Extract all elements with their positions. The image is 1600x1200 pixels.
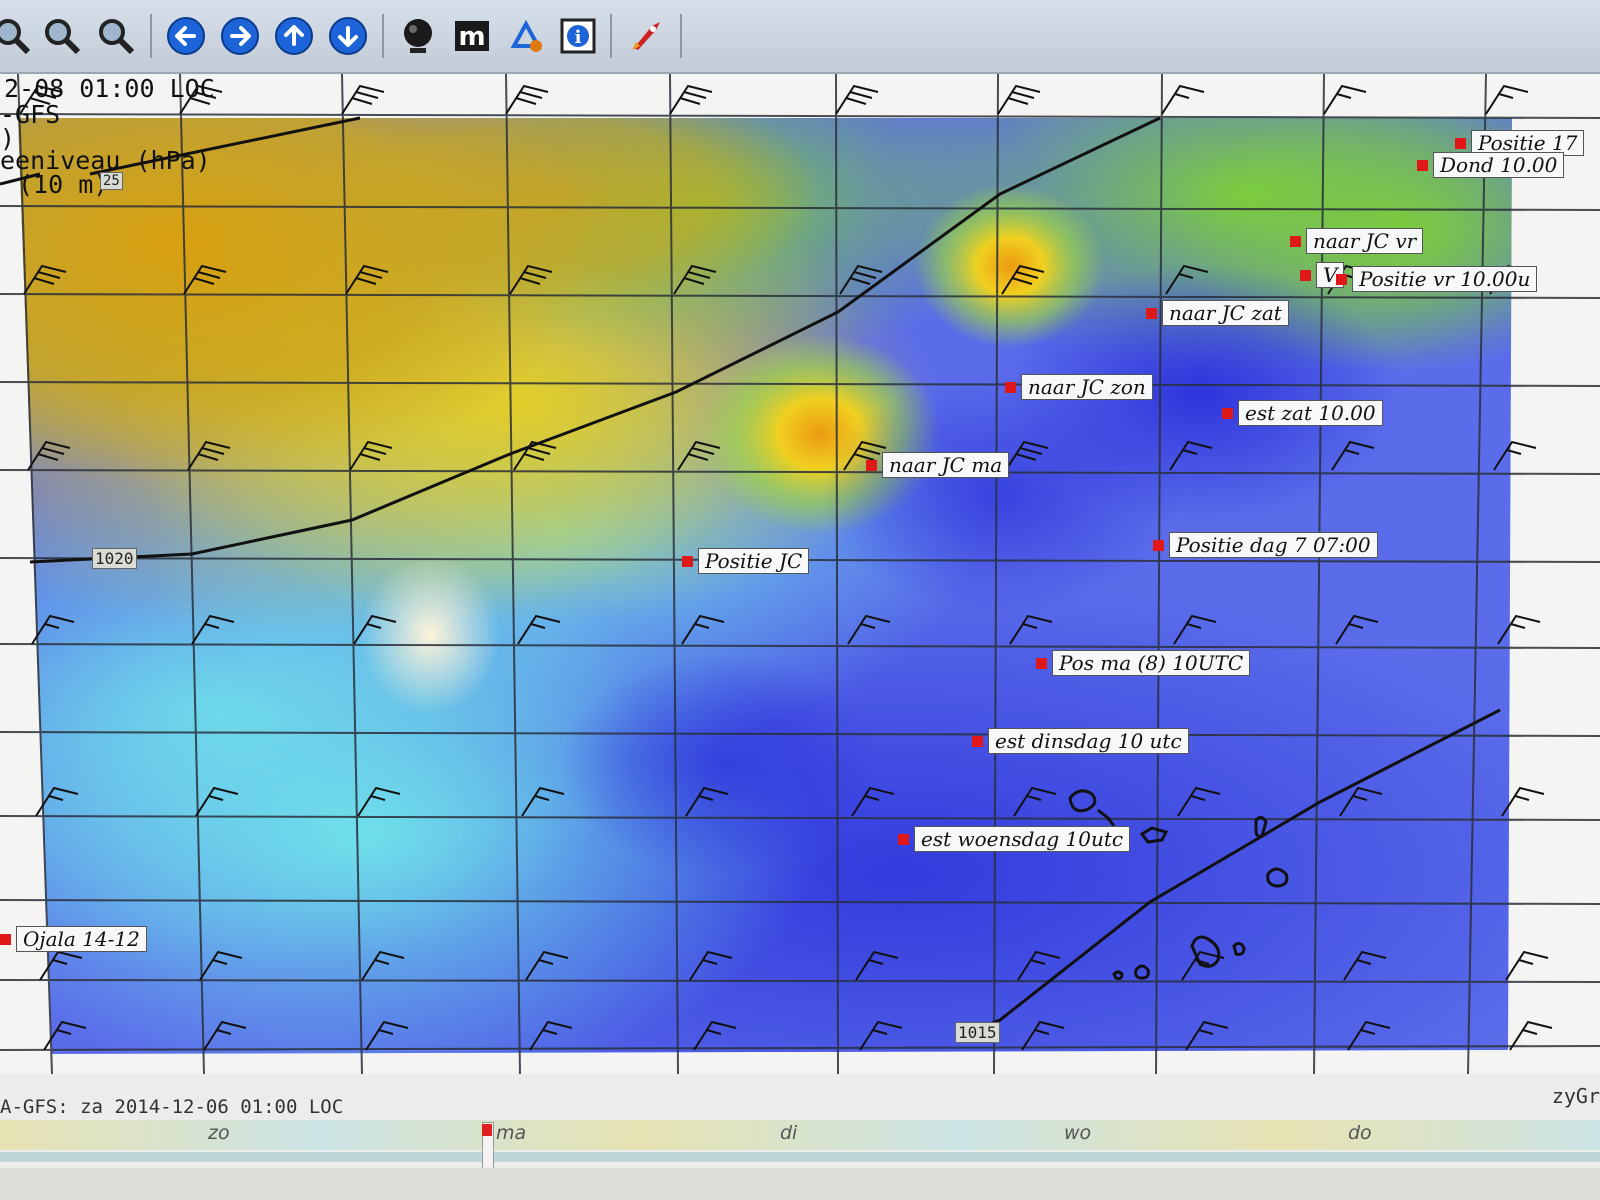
wind-barb [669, 84, 713, 115]
status-line: A-GFS: za 2014-12-06 01:00 LOC [0, 1096, 344, 1118]
pan-up-button[interactable] [272, 14, 316, 58]
pan-left-button[interactable] [164, 14, 208, 58]
waypoint[interactable]: Pos ma (8) 10UTC [1036, 650, 1251, 676]
waypoint-marker [1005, 381, 1016, 393]
waypoint[interactable]: naar JC ma [866, 452, 1010, 478]
isobar-label-1015: 1015 [955, 1022, 1000, 1043]
m-icon: m [455, 21, 489, 52]
timeline-day: zo [208, 1122, 230, 1144]
waypoint-label: est dinsdag 10 utc [988, 728, 1189, 754]
wind-barb [997, 84, 1041, 115]
isobar-label-small: 25 [100, 172, 123, 190]
timeline-track[interactable] [0, 1152, 1600, 1162]
magnifier-icon [99, 19, 135, 55]
waypoint-label: Positie dag 7 07:00 [1169, 532, 1378, 558]
pan-down-button[interactable] [326, 14, 370, 58]
waypoint-label: Positie vr 10.00u [1352, 266, 1538, 292]
waypoint-marker [682, 555, 693, 567]
waypoint[interactable]: Ojala 14-12 [0, 926, 147, 952]
waypoint-marker [1153, 539, 1164, 551]
waypoint-label: naar JC vr [1306, 228, 1424, 254]
route-button[interactable] [504, 14, 548, 58]
waypoint-label: naar JC zat [1162, 300, 1289, 326]
info-icon-glyph: i [575, 27, 582, 48]
waypoint-label: Pos ma (8) 10UTC [1052, 650, 1251, 676]
brand-label: zyGr [1551, 1084, 1600, 1108]
wind-barb [835, 84, 879, 115]
timeline[interactable]: zo ma di wo do [0, 1120, 1600, 1150]
wind-barb [1323, 84, 1367, 115]
rocket-button[interactable] [624, 14, 668, 58]
magnifier-icon [45, 19, 81, 55]
waypoint[interactable]: Positie vr 10.00u [1336, 266, 1538, 292]
zoom-1-1-button[interactable] [94, 14, 138, 58]
weather-map-canvas [0, 74, 1600, 1074]
waypoint-label: est woensdag 10utc [914, 826, 1131, 852]
waypoint[interactable]: naar JC zon [1005, 374, 1153, 400]
waypoint-label: est zat 10.00 [1238, 400, 1383, 426]
measure-button[interactable]: m [450, 14, 494, 58]
arrow-up-icon [275, 17, 313, 55]
timeline-day: di [780, 1122, 798, 1144]
waypoint-marker [1300, 269, 1311, 281]
timeline-day: ma [496, 1122, 527, 1144]
wind-layer-label: (10 m) [18, 170, 109, 199]
waypoint-marker [1290, 235, 1301, 247]
wind-barb [1161, 84, 1205, 115]
waypoint-label: naar JC zon [1021, 374, 1153, 400]
rocket-icon [632, 22, 660, 50]
zoom-out-button[interactable] [40, 14, 84, 58]
toolbar: m i [0, 0, 1600, 74]
waypoint-label: Ojala 14-12 [16, 926, 147, 952]
isobar-label-1020: 1020 [92, 548, 137, 569]
m-icon-glyph: m [458, 22, 485, 52]
zoom-in-button[interactable] [0, 14, 34, 58]
bottom-bar [0, 1168, 1600, 1200]
globe-icon [404, 19, 432, 53]
waypoint-label: Dond 10.00 [1433, 152, 1565, 178]
toolbar-separator [680, 14, 682, 58]
waypoint-marker [972, 735, 983, 747]
toolbar-separator [382, 14, 384, 58]
arrow-down-icon [329, 17, 367, 55]
waypoint-label: Positie JC [698, 548, 810, 574]
waypoint-marker [1036, 657, 1047, 669]
toolbar-separator [150, 14, 152, 58]
waypoint[interactable]: naar JC zat [1146, 300, 1289, 326]
waypoint[interactable]: est zat 10.00 [1222, 400, 1383, 426]
globe-button[interactable] [396, 14, 440, 58]
wind-barb [341, 84, 385, 115]
waypoint[interactable]: Positie JC [682, 548, 810, 574]
magnifier-icon [0, 19, 31, 55]
arrow-left-icon [167, 17, 205, 55]
forecast-datetime: 2-08 01:00 LOC [4, 74, 215, 103]
timeline-day: wo [1064, 1122, 1092, 1144]
wind-barb [1505, 950, 1549, 981]
route-icon [510, 19, 542, 52]
waypoint-marker [1146, 307, 1157, 319]
waypoint-marker [1455, 137, 1466, 149]
pan-right-button[interactable] [218, 14, 262, 58]
waypoint-marker [866, 459, 877, 471]
waypoint[interactable]: Dond 10.00 [1417, 152, 1565, 178]
waypoint-label: naar JC ma [882, 452, 1010, 478]
waypoint-marker [1336, 273, 1347, 285]
arrow-right-icon [221, 17, 259, 55]
toolbar-separator [610, 14, 612, 58]
info-icon: i [560, 18, 596, 54]
info-button[interactable]: i [556, 14, 600, 58]
waypoint-marker [0, 933, 11, 945]
timeline-day: do [1348, 1122, 1372, 1144]
wind-barb [505, 84, 549, 115]
waypoint[interactable]: Positie dag 7 07:00 [1153, 532, 1378, 558]
waypoint[interactable]: est woensdag 10utc [898, 826, 1131, 852]
waypoint[interactable]: est dinsdag 10 utc [972, 728, 1189, 754]
waypoint-marker [1417, 159, 1428, 171]
waypoint-marker [898, 833, 909, 845]
waypoint-marker [1222, 407, 1233, 419]
wind-barb [1485, 84, 1529, 115]
timeline-current-marker [482, 1124, 492, 1136]
waypoint[interactable]: naar JC vr [1290, 228, 1424, 254]
weather-map[interactable]: 2-08 01:00 LOC -GFS ) eeniveau (hPa) (10… [0, 74, 1600, 1074]
